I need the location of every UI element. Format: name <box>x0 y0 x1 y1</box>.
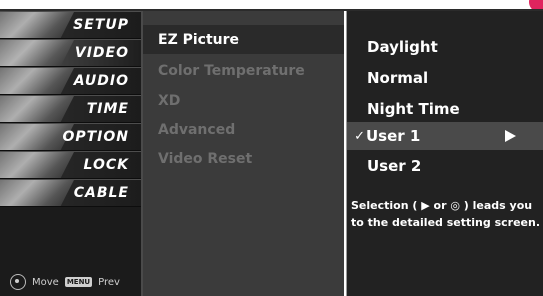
option-user-2[interactable]: User 2 <box>347 152 543 180</box>
ez-picture-popup: Daylight Normal Night Time ✓ User 1 User… <box>346 11 543 296</box>
main-menu: SETUP VIDEO AUDIO TIME OPTION LOCK CABLE… <box>0 11 143 296</box>
menu-item-label: LOCK <box>83 157 129 173</box>
checkmark-icon: ✓ <box>354 128 365 144</box>
option-label: Normal <box>367 69 429 87</box>
menu-item-label: OPTION <box>62 129 129 145</box>
option-label: User 2 <box>367 157 422 175</box>
option-user-1[interactable]: ✓ User 1 <box>347 122 543 150</box>
prev-label: Prev <box>98 276 120 288</box>
audio-thumbnail <box>0 68 74 94</box>
lock-thumbnail <box>0 152 74 178</box>
menu-item-time[interactable]: TIME <box>0 95 141 123</box>
navigation-icon <box>10 274 26 290</box>
submenu-item-ez-picture[interactable]: EZ Picture <box>143 25 344 54</box>
submenu-item-label: XD <box>158 92 181 109</box>
menu-item-label: VIDEO <box>74 45 129 61</box>
menu-item-label: AUDIO <box>73 73 129 89</box>
menu-item-cable[interactable]: CABLE <box>0 179 141 207</box>
submenu-item-label: Color Temperature <box>158 62 305 79</box>
menu-item-audio[interactable]: AUDIO <box>0 67 141 95</box>
option-night-time[interactable]: Night Time <box>347 95 543 123</box>
submenu-item-color-temperature[interactable]: Color Temperature <box>143 56 344 85</box>
right-arrow-icon <box>505 130 516 142</box>
menu-key-icon: MENU <box>64 277 93 287</box>
submenu-item-video-reset[interactable]: Video Reset <box>143 144 344 173</box>
menu-item-label: CABLE <box>73 185 129 201</box>
menu-item-setup[interactable]: SETUP <box>0 11 141 39</box>
submenu-item-advanced[interactable]: Advanced <box>143 115 344 144</box>
option-normal[interactable]: Normal <box>347 64 543 92</box>
option-label: Daylight <box>367 38 438 56</box>
submenu-item-label: Advanced <box>158 121 236 138</box>
option-daylight[interactable]: Daylight <box>347 33 543 61</box>
option-label: User 1 <box>366 127 421 145</box>
menu-footer: Move MENU Prev <box>0 274 141 290</box>
move-label: Move <box>32 276 59 288</box>
menu-item-video[interactable]: VIDEO <box>0 39 141 67</box>
time-thumbnail <box>0 96 74 122</box>
help-text: Selection ( ▶ or ◎ ) leads you to the de… <box>351 199 540 229</box>
option-label: Night Time <box>367 100 460 118</box>
menu-item-lock[interactable]: LOCK <box>0 151 141 179</box>
submenu-item-label: EZ Picture <box>158 31 240 48</box>
submenu-item-label: Video Reset <box>158 150 253 167</box>
video-thumbnail <box>0 40 74 66</box>
cable-thumbnail <box>0 180 74 206</box>
setup-thumbnail <box>0 12 74 38</box>
menu-item-label: SETUP <box>73 17 129 33</box>
submenu-item-xd[interactable]: XD <box>143 86 344 115</box>
menu-item-option[interactable]: OPTION <box>0 123 141 151</box>
menu-item-label: TIME <box>86 101 129 117</box>
video-submenu: EZ Picture Color Temperature XD Advanced… <box>143 11 344 296</box>
